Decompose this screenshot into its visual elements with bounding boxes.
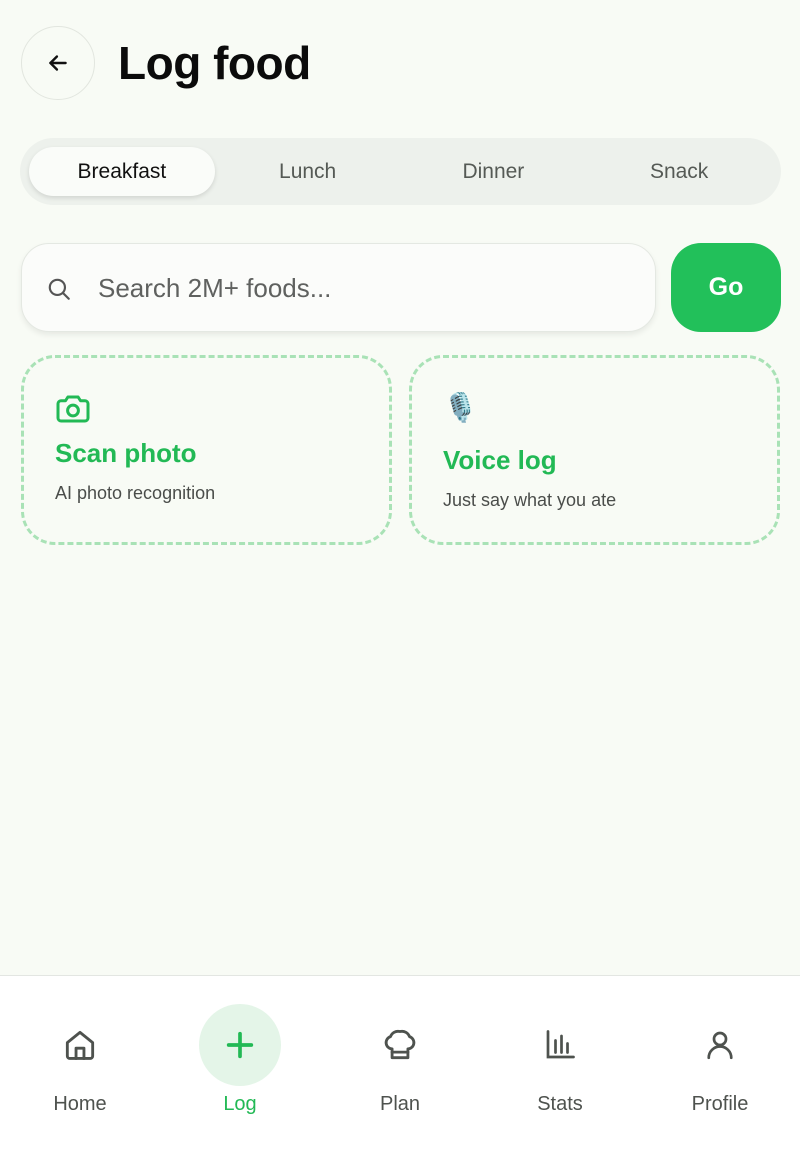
voice-log-card[interactable]: 🎙️ Voice log Just say what you ate — [409, 355, 780, 545]
voice-log-subtitle: Just say what you ate — [443, 490, 617, 510]
search-box — [21, 243, 656, 332]
nav-plan[interactable]: Plan — [320, 976, 480, 1162]
scan-photo-card[interactable]: Scan photo AI photo recognition — [21, 355, 392, 545]
bar-chart-icon — [546, 1030, 575, 1059]
nav-profile-label: Profile — [691, 1093, 749, 1115]
plus-icon — [226, 1031, 254, 1059]
nav-profile[interactable]: Profile — [640, 976, 800, 1162]
nav-stats-label: Stats — [537, 1093, 583, 1115]
chef-hat-icon — [384, 1029, 416, 1060]
nav-plan-label: Plan — [379, 1093, 421, 1115]
header: Log food — [0, 0, 800, 128]
nav-log[interactable]: Log — [160, 976, 320, 1162]
arrow-left-icon — [49, 55, 67, 71]
user-icon — [707, 1031, 733, 1060]
page-title: Log food — [118, 37, 311, 89]
camera-icon — [56, 395, 90, 423]
voice-log-title: Voice log — [443, 445, 557, 475]
home-icon — [65, 1030, 95, 1060]
go-button[interactable]: Go — [671, 243, 781, 332]
tab-snack[interactable]: Snack — [586, 147, 772, 196]
search-input[interactable] — [98, 262, 638, 314]
nav-home[interactable]: Home — [0, 976, 160, 1162]
nav-stats[interactable]: Stats — [480, 976, 640, 1162]
microphone-icon: 🎙️ — [443, 392, 478, 423]
back-button[interactable] — [21, 26, 95, 100]
scan-photo-title: Scan photo — [55, 438, 197, 468]
tab-breakfast[interactable]: Breakfast — [29, 147, 215, 196]
scan-photo-subtitle: AI photo recognition — [55, 483, 216, 503]
search-icon — [48, 278, 70, 300]
nav-log-label: Log — [223, 1093, 257, 1115]
nav-home-label: Home — [53, 1093, 107, 1115]
tab-dinner[interactable]: Dinner — [401, 147, 587, 196]
log-food-screen: Log food Breakfast Lunch Dinner Snack Go… — [0, 0, 800, 1162]
bottom-nav: Home Log Plan Stats Profile — [0, 975, 800, 1162]
meal-tabs: Breakfast Lunch Dinner Snack — [20, 138, 781, 205]
tab-lunch[interactable]: Lunch — [215, 147, 401, 196]
